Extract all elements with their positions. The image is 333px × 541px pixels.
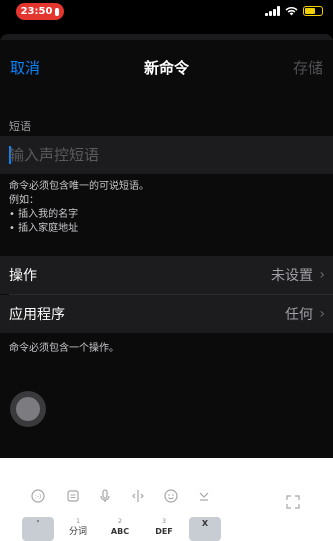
status-icons bbox=[265, 6, 323, 16]
action-note: 命令必须包含一个操作。 bbox=[9, 343, 119, 354]
action-value: 未设置 bbox=[271, 268, 313, 284]
wifi-icon bbox=[285, 6, 298, 16]
phrase-section-label: 短语 bbox=[9, 120, 31, 133]
phrase-input[interactable] bbox=[9, 136, 319, 174]
clipboard-icon[interactable] bbox=[65, 488, 81, 504]
application-row[interactable]: 应用程序 任何 › bbox=[0, 295, 333, 333]
time-pill[interactable]: 23:50 bbox=[16, 3, 64, 20]
action-row[interactable]: 操作 未设置 › bbox=[0, 256, 333, 294]
help-line: 例如： bbox=[9, 195, 39, 206]
new-command-sheet: 取消 新命令 存储 短语 命令必须包含唯一的可说短语。 例如： • 插入我的名字… bbox=[0, 40, 333, 458]
keyboard-toolbar: :-) bbox=[0, 488, 333, 510]
key-label: X bbox=[201, 519, 209, 528]
status-time: 23:50 bbox=[20, 6, 53, 17]
key-3-def[interactable]: 3 DEF bbox=[146, 517, 182, 541]
smiley-icon[interactable] bbox=[163, 488, 179, 504]
key-number: 2 bbox=[118, 518, 122, 525]
key-1-segment[interactable]: 1 分词 bbox=[60, 517, 96, 541]
emoji-icon[interactable]: :-) bbox=[30, 488, 46, 504]
keyboard-keys: ' 1 分词 2 ABC 3 DEF X bbox=[0, 517, 333, 541]
help-line: • 插入我的名字 bbox=[9, 209, 79, 220]
svg-text::-): :-) bbox=[35, 494, 42, 501]
expand-icon[interactable] bbox=[285, 494, 301, 510]
keyboard: :-) ' 1 分词 2 ABC 3 DEF X bbox=[0, 458, 333, 541]
action-label: 操作 bbox=[9, 268, 37, 284]
application-label: 应用程序 bbox=[9, 307, 65, 323]
battery-icon bbox=[303, 6, 323, 16]
delete-key[interactable]: X bbox=[189, 517, 221, 541]
nav-bar: 取消 新命令 存储 bbox=[0, 40, 333, 92]
key-2-abc[interactable]: 2 ABC bbox=[102, 517, 138, 541]
key-label: 分词 bbox=[68, 527, 87, 537]
page-title: 新命令 bbox=[143, 59, 189, 77]
assistive-touch-icon bbox=[16, 397, 40, 421]
save-button[interactable]: 存储 bbox=[293, 57, 323, 78]
assistive-touch-button[interactable] bbox=[10, 391, 46, 427]
key-number: 1 bbox=[76, 518, 80, 525]
key-label: ABC bbox=[110, 527, 130, 536]
key-label: ' bbox=[36, 519, 40, 528]
status-bar: 23:50 bbox=[0, 0, 333, 24]
chevron-right-icon: › bbox=[319, 267, 325, 283]
phrase-field[interactable] bbox=[0, 136, 333, 174]
key-number: 3 bbox=[162, 518, 166, 525]
signal-icon bbox=[265, 6, 280, 16]
chevron-right-icon: › bbox=[319, 306, 325, 322]
key-label: DEF bbox=[155, 527, 173, 536]
help-line: 命令必须包含唯一的可说短语。 bbox=[9, 181, 149, 192]
help-line: • 插入家庭地址 bbox=[9, 223, 79, 234]
cursor-icon[interactable] bbox=[130, 488, 146, 504]
microphone-icon[interactable] bbox=[97, 488, 113, 504]
phrase-help: 命令必须包含唯一的可说短语。 例如： • 插入我的名字 • 插入家庭地址 bbox=[9, 180, 149, 236]
application-value: 任何 bbox=[285, 307, 313, 323]
hide-keyboard-icon[interactable] bbox=[196, 488, 212, 504]
apostrophe-key[interactable]: ' bbox=[22, 517, 54, 541]
mic-icon bbox=[55, 7, 60, 16]
